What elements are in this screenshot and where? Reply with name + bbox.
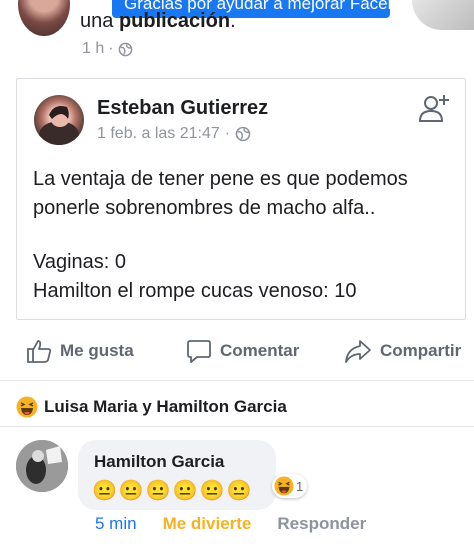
globe-icon (235, 126, 251, 142)
comment-text: 😐😐😐😐😐😐 (92, 480, 254, 502)
comment-bubble[interactable]: Hamilton Garcia 😐😐😐😐😐😐 (78, 440, 276, 510)
shared-post-body: La ventaja de tener pene es que podemos … (33, 165, 453, 306)
comment-meta: 5 min Me divierte Responder (95, 514, 366, 534)
post-text-line: La ventaja de tener pene es que podemos (33, 168, 408, 190)
add-friend-icon[interactable] (417, 91, 451, 125)
notification-thumbnail[interactable] (412, 0, 474, 30)
notification-text-prefix: una (80, 10, 119, 32)
shared-post-author[interactable]: Esteban Gutierrez (97, 97, 268, 120)
post-action-bar: Me gusta Comentar Compartir (0, 330, 474, 372)
shared-post-card[interactable]: Esteban Gutierrez 1 feb. a las 21:47 · L… (16, 78, 466, 320)
comment-avatar[interactable] (16, 440, 68, 492)
comment-reaction-button[interactable]: Me divierte (163, 514, 252, 534)
comment-icon (186, 338, 212, 364)
haha-icon (274, 476, 294, 496)
reactions-summary-text: Luisa Maria y Hamilton Garcia (44, 397, 287, 416)
post-text-line: Hamilton el rompe cucas venoso: 10 (33, 280, 357, 302)
comment-button[interactable]: Comentar (186, 338, 299, 364)
like-button[interactable]: Me gusta (26, 338, 134, 364)
dot-separator: · (224, 125, 231, 142)
thumbs-up-icon (26, 338, 52, 364)
shared-post-date: 1 feb. a las 21:47 · (97, 125, 251, 143)
share-button[interactable]: Compartir (344, 338, 461, 364)
notification-avatar[interactable] (18, 0, 70, 36)
notification-text-suffix: . (230, 10, 236, 32)
comment-label: Comentar (220, 341, 300, 360)
comment-reaction-badge[interactable]: 1 (272, 474, 308, 498)
comment-reaction-count: 1 (296, 478, 304, 494)
comment-author[interactable]: Hamilton Garcia (94, 452, 224, 472)
shared-post-date-text: 1 feb. a las 21:47 (97, 125, 220, 142)
reply-button[interactable]: Responder (277, 514, 366, 534)
divider (0, 380, 474, 381)
divider (0, 426, 474, 427)
notification-text-bold: publicación (118, 10, 231, 32)
share-label: Compartir (380, 341, 462, 360)
post-text-line: Vaginas: 0 (33, 251, 127, 273)
haha-icon (16, 396, 38, 418)
like-label: Me gusta (60, 341, 134, 360)
post-text-line: ponerle sobrenombres de macho alfa.. (33, 197, 376, 219)
reactions-summary[interactable]: Luisa Maria y Hamilton Garcia (16, 396, 287, 418)
notification-time: 1 h (82, 40, 105, 57)
globe-icon (118, 42, 133, 57)
comment-time[interactable]: 5 min (95, 514, 137, 534)
dot-separator: · (108, 40, 114, 57)
share-arrow-icon (344, 338, 372, 364)
notification-meta: 1 h · (82, 40, 133, 58)
shared-post-avatar[interactable] (34, 95, 84, 145)
notification-text: una publicación. (80, 10, 236, 33)
